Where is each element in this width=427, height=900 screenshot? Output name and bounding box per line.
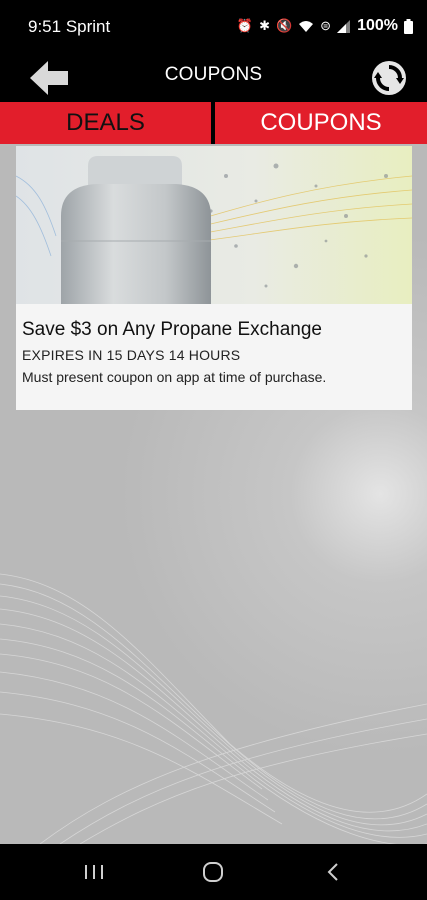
recent-apps-button[interactable] xyxy=(74,858,114,886)
recent-apps-icon xyxy=(85,865,103,879)
coupon-expiry: EXPIRES IN 15 DAYS 14 HOURS xyxy=(22,347,241,363)
tab-coupons-label: COUPONS xyxy=(260,109,382,136)
tab-coupons[interactable]: COUPONS xyxy=(215,102,427,144)
coupon-title: Save $3 on Any Propane Exchange xyxy=(22,319,323,340)
status-carrier: Sprint xyxy=(65,17,111,36)
coupon-list[interactable]: Save $3 on Any Propane Exchange EXPIRES … xyxy=(0,144,427,844)
bluetooth-icon: ✱ xyxy=(259,18,270,33)
signal-icon xyxy=(337,19,351,33)
home-icon xyxy=(203,862,223,882)
refresh-icon xyxy=(372,61,406,95)
tab-deals[interactable]: DEALS xyxy=(0,102,211,144)
alarm-icon: ⏰ xyxy=(236,18,254,33)
tab-bar: DEALS COUPONS xyxy=(0,102,427,144)
app-header: COUPONS xyxy=(0,54,427,102)
home-button[interactable] xyxy=(193,858,233,886)
status-icons: ⏰ ✱ 🔇 ⊜ 100% xyxy=(237,17,413,35)
mute-icon: 🔇 xyxy=(275,18,293,33)
status-clock: 9:51 xyxy=(28,17,62,36)
coupon-note: Must present coupon on app at time of pu… xyxy=(22,369,327,385)
status-bar: 9:51 Sprint ⏰ ✱ 🔇 ⊜ 100% xyxy=(0,0,427,54)
battery-icon xyxy=(404,18,413,34)
data-saver-icon: ⊜ xyxy=(320,18,332,33)
page-title: COUPONS xyxy=(164,64,263,85)
system-nav-bar xyxy=(0,844,427,900)
status-time: 9:51 Sprint xyxy=(28,17,110,37)
battery-level: 100% xyxy=(357,17,398,34)
coupon-card[interactable]: Save $3 on Any Propane Exchange EXPIRES … xyxy=(16,146,412,410)
propane-tank-image xyxy=(16,146,412,304)
tab-deals-label: DEALS xyxy=(66,109,145,136)
back-icon xyxy=(327,863,338,881)
refresh-button[interactable] xyxy=(369,58,409,98)
wifi-icon xyxy=(299,20,314,32)
nav-back-button[interactable] xyxy=(313,858,353,886)
